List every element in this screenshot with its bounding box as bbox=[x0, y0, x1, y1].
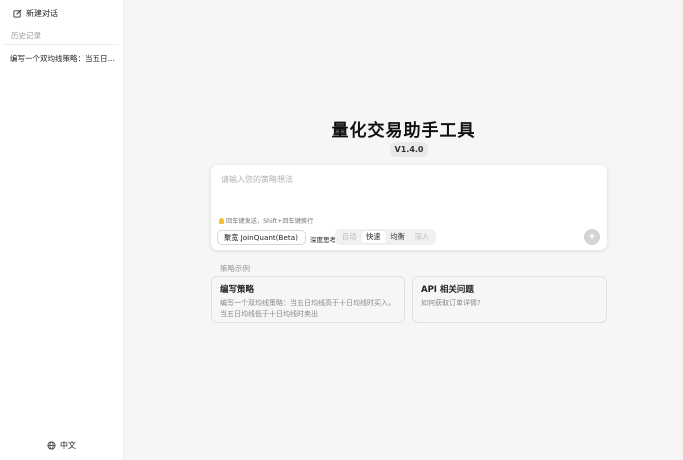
new-chat-button[interactable]: 新建对话 bbox=[13, 6, 58, 20]
depth-label: 深度思考 bbox=[310, 236, 336, 244]
history-heading: 历史记录 bbox=[11, 31, 41, 40]
example-description: 如何获取订单详情? bbox=[421, 299, 481, 307]
language-switch[interactable]: 中文 bbox=[47, 440, 76, 451]
depth-selector: 自动 快速 均衡 深入 bbox=[335, 229, 436, 245]
example-description: 编写一个双均线策略：当五日均线高于十日均线时买入，当五日均线低于十日均线时卖出 bbox=[220, 299, 395, 318]
examples-heading-text: 策略示例 bbox=[220, 264, 250, 273]
history-item[interactable]: 编写一个双均线策略：当五日均线高于十日均线时买入，当五日均线低于十日均线时卖出 bbox=[10, 53, 118, 64]
page-title: 量化交易助手工具 bbox=[331, 121, 476, 141]
examples-heading: 策略示例 bbox=[220, 263, 250, 274]
depth-option-balanced[interactable]: 均衡 bbox=[386, 231, 410, 243]
edit-icon bbox=[13, 9, 22, 18]
version-badge: V1.4.0 bbox=[390, 142, 428, 157]
globe-icon bbox=[47, 441, 56, 450]
main-panel: 量化交易助手工具 V1.4.0 回车键发送，Shift+回车键换行 聚宽 Joi… bbox=[124, 0, 683, 460]
new-chat-label: 新建对话 bbox=[26, 8, 58, 18]
depth-option-fast[interactable]: 快速 bbox=[361, 231, 386, 243]
send-button[interactable] bbox=[584, 229, 600, 245]
example-title: API 相关问题 bbox=[421, 285, 474, 295]
language-label: 中文 bbox=[60, 441, 76, 450]
prompt-card: 回车键发送，Shift+回车键换行 聚宽 JoinQuant(Beta) 深度思… bbox=[211, 165, 607, 250]
sidebar-divider bbox=[4, 44, 119, 45]
platform-select[interactable]: 聚宽 JoinQuant(Beta) bbox=[217, 230, 306, 245]
sidebar: 新建对话 历史记录 编写一个双均线策略：当五日均线高于十日均线时买入，当五日均线… bbox=[0, 0, 124, 460]
lightbulb-icon bbox=[219, 217, 224, 224]
arrow-up-icon bbox=[589, 233, 595, 240]
input-hint-text: 回车键发送，Shift+回车键换行 bbox=[226, 218, 314, 225]
depth-option-deep[interactable]: 深入 bbox=[410, 231, 434, 243]
example-card-api[interactable]: API 相关问题 如何获取订单详情? bbox=[412, 276, 607, 323]
example-title: 编写策略 bbox=[220, 285, 255, 295]
strategy-input[interactable] bbox=[221, 174, 591, 208]
example-card-strategy[interactable]: 编写策略 编写一个双均线策略：当五日均线高于十日均线时买入，当五日均线低于十日均… bbox=[211, 276, 405, 323]
depth-option-auto[interactable]: 自动 bbox=[337, 231, 361, 243]
input-hint: 回车键发送，Shift+回车键换行 bbox=[219, 216, 313, 225]
platform-select-value: 聚宽 JoinQuant(Beta) bbox=[224, 232, 298, 242]
